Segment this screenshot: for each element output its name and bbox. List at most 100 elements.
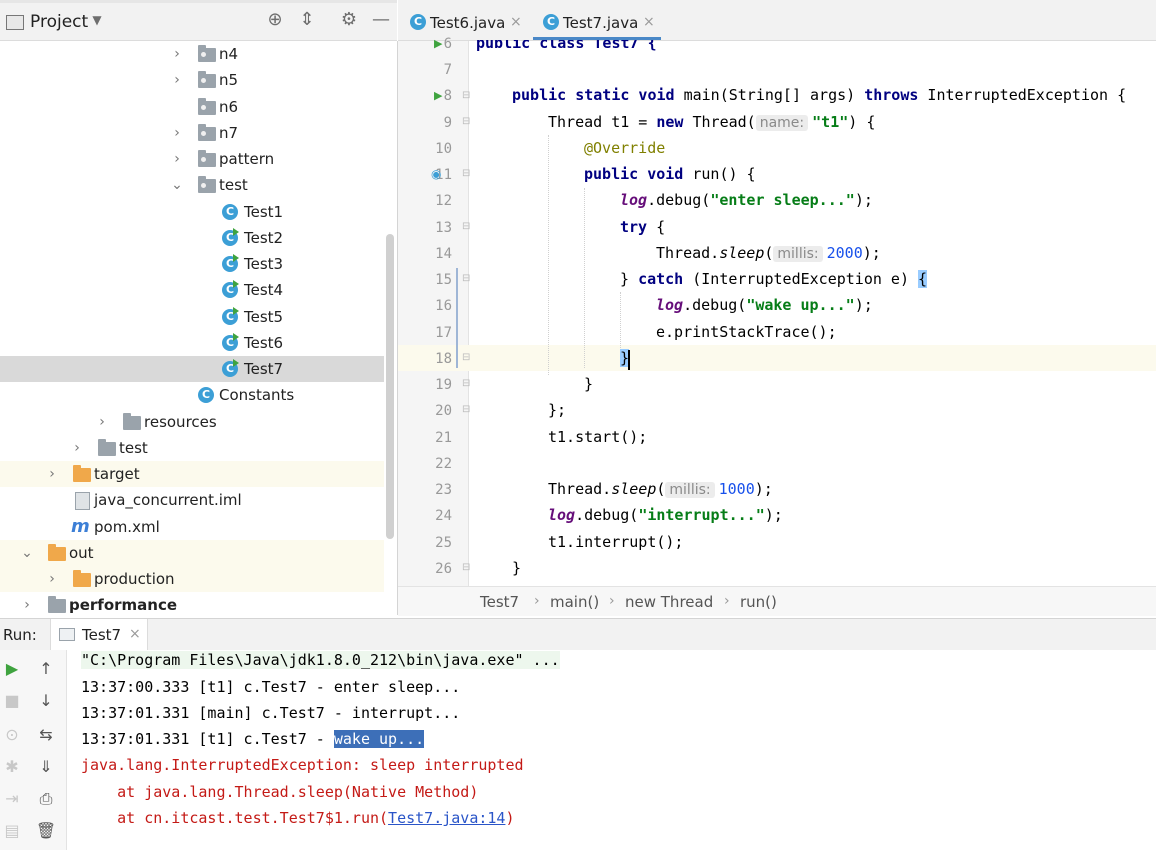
breadcrumb-method[interactable]: main() [550, 593, 599, 611]
tab-label: Test7.java [563, 14, 639, 32]
hide-icon[interactable]: — [370, 9, 392, 31]
tree-item-test-package[interactable]: ⌄ test [0, 172, 384, 198]
tree-item-target[interactable]: › target [0, 461, 384, 487]
chevron-right-icon[interactable]: › [20, 595, 34, 615]
console-line: 13:37:01.331 [main] c.Test7 - interrupt.… [81, 704, 461, 722]
fold-icon[interactable]: ⊟ [462, 90, 470, 101]
tree-item-pom[interactable]: m pom.xml [0, 514, 384, 540]
tree-item-test4[interactable]: C Test4 [0, 277, 384, 303]
tree-item-test1[interactable]: C Test1 [0, 199, 384, 225]
bug-icon[interactable]: ✱ [1, 756, 23, 778]
chevron-right-icon[interactable]: › [170, 70, 184, 90]
trash-icon[interactable]: 🗑 [35, 820, 57, 842]
code-line-9: Thread t1 = new Thread(name: "t1") { [548, 113, 875, 131]
tree-item-constants[interactable]: C Constants [0, 382, 384, 408]
breadcrumb-anonymous-class[interactable]: new Thread [625, 593, 713, 611]
fold-icon[interactable]: ⊟ [462, 352, 470, 363]
chevron-down-icon[interactable]: ⌄ [170, 175, 184, 195]
code-line-16: log.debug("wake up..."); [656, 296, 873, 314]
line-number: 22 [435, 456, 452, 472]
project-panel-title[interactable]: Project [30, 12, 88, 32]
close-icon[interactable]: × [643, 14, 655, 30]
locate-icon[interactable]: ⊕ [264, 9, 286, 31]
chevron-down-icon[interactable]: ▼ [86, 9, 108, 31]
tree-item-test5[interactable]: C Test5 [0, 304, 384, 330]
fold-icon[interactable]: ⊟ [462, 404, 470, 415]
tree-item-test-folder[interactable]: › test [0, 435, 384, 461]
print-icon[interactable]: ⎙ [35, 788, 57, 810]
chevron-right-icon[interactable]: › [45, 569, 59, 589]
code-token: ); [754, 480, 773, 498]
tab-test7[interactable]: C Test7.java × [543, 10, 663, 36]
fold-icon[interactable]: ⊟ [462, 221, 470, 232]
arrow-up-icon[interactable]: ↑ [35, 658, 57, 680]
parameter-hint: millis: [665, 482, 715, 498]
soft-wrap-icon[interactable]: ⇆ [35, 724, 57, 746]
line-number: 11 [435, 167, 452, 183]
fold-icon[interactable]: ⊟ [462, 168, 470, 179]
run-tab-test7[interactable]: Test7 × [50, 619, 148, 650]
tab-test6[interactable]: C Test6.java × [410, 10, 530, 36]
camera-icon[interactable]: ⊙ [1, 724, 23, 746]
code-token: } [584, 375, 594, 393]
code-token: public void [584, 165, 684, 183]
tree-item-test3[interactable]: C Test3 [0, 251, 384, 277]
tree-item-test7[interactable]: C Test7 [0, 356, 384, 382]
runnable-class-icon: C [222, 228, 239, 246]
fold-icon[interactable]: ⊟ [462, 116, 470, 127]
chevron-right-icon[interactable]: › [45, 464, 59, 484]
run-icon[interactable]: ▶ [434, 89, 442, 102]
scroll-to-end-icon[interactable]: ⇓ [35, 756, 57, 778]
java-class-icon: C [410, 14, 426, 30]
breadcrumb-run[interactable]: run() [740, 593, 777, 611]
tree-item-resources[interactable]: › resources [0, 409, 384, 435]
tree-item-n6[interactable]: n6 [0, 94, 384, 120]
chevron-right-icon[interactable]: › [95, 412, 109, 432]
stacktrace-link[interactable]: Test7.java:14 [388, 809, 505, 827]
tree-item-n4[interactable]: › n4 [0, 41, 384, 67]
chevron-right-icon[interactable]: › [170, 44, 184, 64]
code-token: sleep [719, 244, 765, 262]
collapse-all-icon[interactable]: ⇕ [296, 9, 318, 31]
tree-item-test6[interactable]: C Test6 [0, 330, 384, 356]
tree-item-pattern[interactable]: › pattern [0, 146, 384, 172]
chevron-right-icon[interactable]: › [70, 438, 84, 458]
tree-item-production[interactable]: › production [0, 566, 384, 592]
tree-item-label: Test3 [244, 255, 284, 273]
tree-item-out[interactable]: ⌄ out [0, 540, 384, 566]
tree-item-n7[interactable]: › n7 [0, 120, 384, 146]
fold-icon[interactable]: ⊟ [462, 273, 470, 284]
line-number: 8 [443, 88, 452, 104]
fold-icon[interactable]: ⊟ [462, 562, 470, 573]
override-icon[interactable]: ◉ [431, 167, 441, 181]
fold-icon[interactable]: ⊟ [462, 378, 470, 389]
code-token: throws [864, 86, 919, 104]
close-icon[interactable]: × [129, 626, 141, 642]
rerun-icon[interactable]: ▶ [1, 658, 23, 680]
tree-item-performance[interactable]: › performance [0, 592, 384, 615]
exit-icon[interactable]: ⇥ [1, 788, 23, 810]
matched-brace: { [918, 270, 928, 288]
code-token: .debug( [683, 296, 747, 314]
tree-scrollbar[interactable] [386, 234, 394, 539]
tree-item-test2[interactable]: C Test2 [0, 225, 384, 251]
arrow-down-icon[interactable]: ↓ [35, 690, 57, 712]
stop-icon[interactable]: ■ [1, 690, 23, 712]
code-line-20: }; [548, 401, 566, 419]
close-icon[interactable]: × [510, 14, 522, 30]
chevron-right-icon[interactable]: › [170, 149, 184, 169]
breadcrumb-class[interactable]: Test7 [480, 593, 519, 611]
resources-folder-icon [123, 413, 141, 430]
gear-icon[interactable]: ⚙ [338, 9, 360, 31]
code-token: ( [656, 480, 666, 498]
console-line: 13:37:00.333 [t1] c.Test7 - enter sleep.… [81, 678, 461, 696]
tree-item-iml[interactable]: java_concurrent.iml [0, 487, 384, 513]
tree-item-label: resources [144, 413, 217, 431]
layout-icon[interactable]: ▤ [1, 820, 23, 842]
chevron-down-icon[interactable]: ⌄ [20, 543, 34, 563]
chevron-right-icon[interactable]: › [170, 123, 184, 143]
code-token: "wake up..." [746, 296, 855, 314]
run-icon[interactable]: ▶ [434, 37, 442, 50]
code-token: ); [862, 244, 881, 262]
tree-item-n5[interactable]: › n5 [0, 67, 384, 93]
